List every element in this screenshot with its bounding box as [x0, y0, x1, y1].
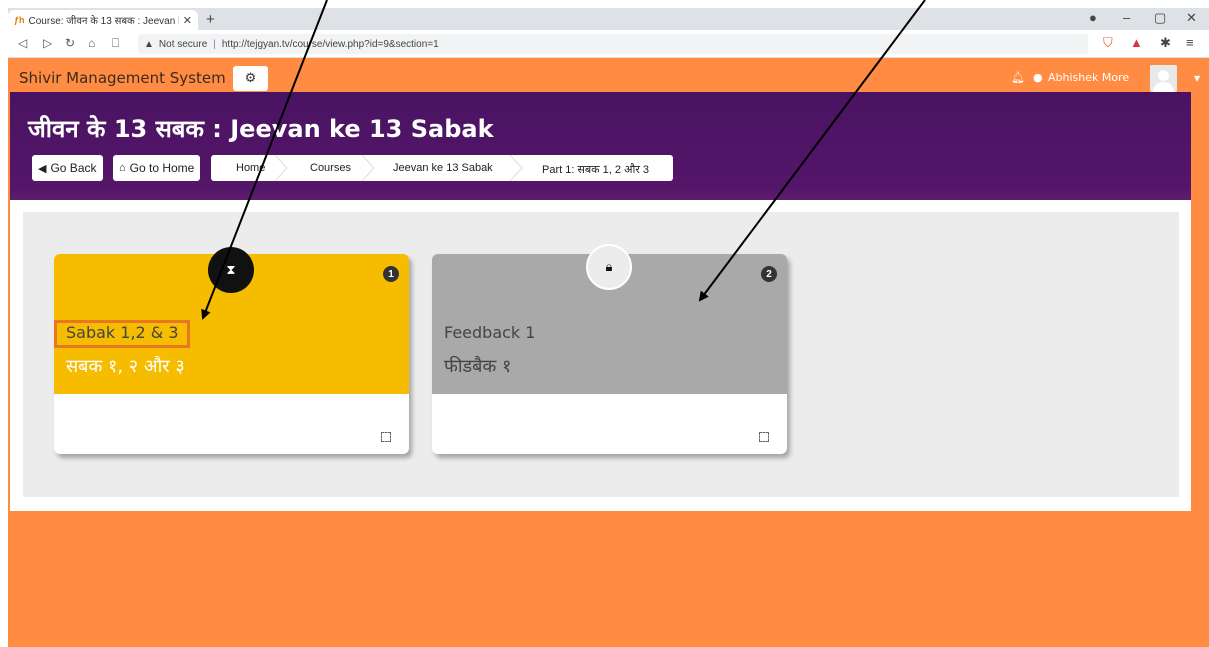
new-tab-button[interactable]: +: [206, 11, 215, 28]
breadcrumb-chevron-icon: [510, 155, 523, 181]
browser-tab[interactable]: ƒh Course: जीवन के 13 सबक : Jeevan k ✕: [8, 10, 198, 30]
go-home-button[interactable]: ⌂ Go to Home: [113, 155, 201, 181]
card-title-hi: फीडबैक १: [444, 356, 512, 377]
site-favicon-icon: ƒh: [14, 15, 25, 25]
user-name[interactable]: Abhishek More: [1048, 71, 1129, 84]
messages-icon[interactable]: ●: [1033, 71, 1043, 84]
breadcrumb-chevron-icon: [362, 155, 375, 181]
breadcrumb-courses[interactable]: Courses: [310, 162, 351, 174]
minimize-icon[interactable]: –: [1123, 10, 1130, 25]
breadcrumb: Home Courses Jeevan ke 13 Sabak Part 1: …: [211, 155, 673, 181]
home-icon: ⌂: [119, 162, 126, 174]
card-number-badge: 1: [383, 266, 399, 282]
card-title-en: Feedback 1: [444, 323, 536, 342]
arrow-circle-left-icon: ◀: [38, 162, 47, 175]
window-close-icon[interactable]: ✕: [1186, 10, 1197, 26]
forward-arrow-icon[interactable]: ▷: [43, 36, 52, 50]
completion-checkbox-icon[interactable]: [381, 432, 391, 442]
page-title: जीवन के 13 सबक : Jeevan ke 13 Sabak: [28, 115, 494, 143]
user-menu-caret-icon[interactable]: ▼: [1194, 74, 1200, 83]
reload-icon[interactable]: ↻: [65, 36, 75, 50]
bookmark-icon[interactable]: ⎕: [112, 36, 119, 51]
avatar[interactable]: [1150, 65, 1177, 92]
url-text: http://tejgyan.tv/course/view.php?id=9&s…: [221, 38, 439, 50]
completed-status-icon: ⧗: [208, 247, 254, 293]
tab-title: Course: जीवन के 13 सबक : Jeevan k: [28, 16, 179, 27]
go-back-button[interactable]: ◀ Go Back: [32, 155, 103, 181]
breadcrumb-section[interactable]: Part 1: सबक 1, 2 और 3: [542, 162, 649, 177]
menu-icon[interactable]: ≡: [1186, 35, 1194, 50]
card-number-badge: 2: [761, 266, 777, 282]
brand-title[interactable]: Shivir Management System: [19, 69, 226, 87]
address-bar[interactable]: ▲ Not secure | http://tejgyan.tv/course/…: [138, 34, 1088, 54]
home-icon[interactable]: ⌂: [88, 36, 95, 50]
settings-button[interactable]: ⚙: [233, 66, 268, 91]
url-separator: |: [213, 38, 216, 50]
browser-toolbar: ◁ ▷ ↻ ⌂ ⎕ ▲ Not secure | http://tejgyan.…: [8, 30, 1209, 58]
extensions-icon[interactable]: ✱: [1160, 35, 1171, 51]
back-arrow-icon[interactable]: ◁: [18, 36, 27, 50]
brave-rewards-icon[interactable]: ▲: [1130, 35, 1143, 50]
breadcrumb-course[interactable]: Jeevan ke 13 Sabak: [393, 162, 493, 174]
warning-icon: ▲: [144, 38, 154, 50]
highlight-box: [54, 320, 190, 348]
lock-icon: 🔒︎: [586, 244, 632, 290]
maximize-icon[interactable]: ▢: [1154, 10, 1166, 26]
notification-bell-icon[interactable]: 🔔︎: [1011, 71, 1025, 84]
breadcrumb-chevron-icon: [275, 155, 288, 181]
go-home-label: Go to Home: [129, 161, 195, 175]
brave-shield-icon[interactable]: ⛉: [1103, 35, 1113, 51]
security-label: Not secure: [158, 38, 208, 50]
tab-close-icon[interactable]: ✕: [183, 14, 192, 27]
tab-strip: ƒh Course: जीवन के 13 सबक : Jeevan k ✕ +…: [8, 8, 1209, 30]
card-title-hi: सबक १, २ और ३: [66, 356, 185, 377]
course-header: [10, 92, 1191, 212]
browser-menu-icon[interactable]: ●: [1089, 10, 1097, 25]
breadcrumb-home[interactable]: Home: [236, 162, 265, 174]
cogs-icon: ⚙: [244, 71, 257, 86]
completion-checkbox-icon[interactable]: [759, 432, 769, 442]
go-back-label: Go Back: [50, 161, 97, 175]
